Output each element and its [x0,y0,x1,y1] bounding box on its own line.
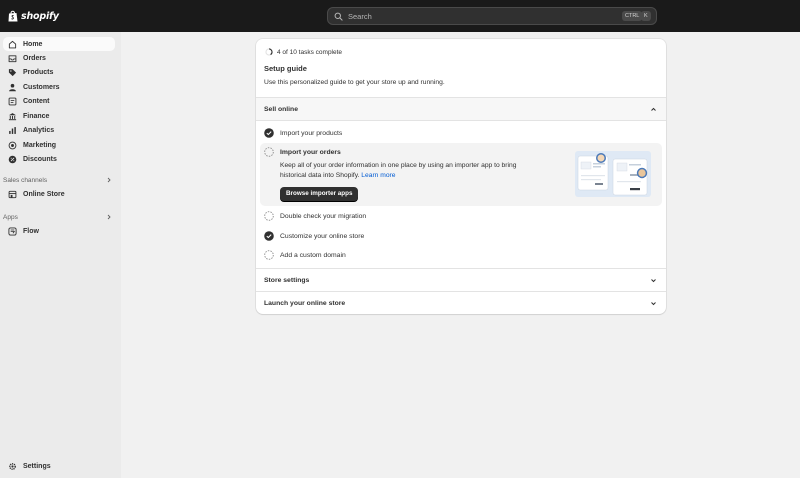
sidebar-item-label: Finance [23,112,50,120]
sidebar-item-discounts[interactable]: Discounts [3,152,115,166]
target-icon [8,141,17,149]
sidebar-item-label: Discounts [23,155,57,163]
brand-name: shopify [21,10,59,22]
sidebar-item-flow[interactable]: Flow [3,224,115,238]
setup-guide-title: Setup guide [264,64,307,73]
search-placeholder: Search [348,11,372,21]
section-launch-online-store[interactable]: Launch your online store [256,292,666,314]
search-bar[interactable]: Search CTRL K [327,7,657,25]
chevron-right-icon [107,177,111,183]
sidebar-item-marketing[interactable]: Marketing [3,138,115,152]
task-customize-online-store[interactable]: Customize your online store [264,231,364,241]
sidebar-item-orders[interactable]: Orders [3,51,115,65]
bank-icon [8,112,17,120]
content-icon [8,97,17,105]
task-add-custom-domain[interactable]: Add a custom domain [264,250,346,260]
gear-icon [9,462,16,470]
section-title: Sell online [264,105,298,113]
sidebar-item-label: Online Store [23,190,65,198]
sidebar-item-label: Flow [23,227,39,235]
task-label: Add a custom domain [280,251,346,259]
sales-channels-label: Sales channels [3,176,48,184]
section-title: Store settings [264,276,310,284]
sidebar-item-label: Home [23,40,43,48]
sidebar-item-label: Customers [23,83,60,91]
shopify-logo[interactable]: shopify [8,10,59,22]
apps-label: Apps [3,213,18,221]
sidebar-item-label: Analytics [23,126,55,134]
task-description: Keep all of your order information in on… [280,161,525,181]
sidebar-item-analytics[interactable]: Analytics [3,123,115,137]
orders-icon [8,54,17,62]
store-icon [8,190,17,198]
tag-icon [8,68,17,76]
dashed-circle-icon [264,250,274,260]
sidebar-item-label: Content [23,97,50,105]
checkmark-circle-icon [264,128,274,138]
import-orders-illustration [575,151,651,197]
sidebar-item-content[interactable]: Content [3,94,115,108]
task-double-check-migration[interactable]: Double check your migration [264,211,366,221]
sidebar-item-settings[interactable]: Settings [3,459,115,473]
chevron-down-icon [651,301,656,305]
chevron-right-icon [107,214,111,220]
section-store-settings[interactable]: Store settings [256,269,666,291]
browse-importer-apps-button[interactable]: Browse importer apps [280,187,359,201]
task-label: Customize your online store [280,232,365,240]
task-label: Import your orders [280,149,341,156]
chevron-up-icon [651,107,656,111]
setup-guide-card: 4 of 10 tasks complete Setup guide Use t… [256,39,666,314]
shortcut-key-ctrl: CTRL [622,11,643,21]
search-icon [334,12,343,21]
sidebar-item-products[interactable]: Products [3,65,115,79]
section-sell-online[interactable]: Sell online [256,98,666,120]
task-label: Import your products [280,129,343,137]
apps-header[interactable]: Apps [3,211,115,223]
learn-more-link[interactable]: Learn more [361,172,395,179]
sales-channels-header[interactable]: Sales channels [3,174,115,186]
top-bar: shopify Search CTRL K [0,0,800,32]
sidebar-item-customers[interactable]: Customers [3,80,115,94]
shortcut-key-k: K [641,11,651,21]
sidebar-item-label: Marketing [23,141,57,149]
dashed-circle-icon [264,211,274,221]
shopify-bag-icon [8,10,18,22]
dashed-circle-icon [264,147,274,157]
sidebar-item-online-store[interactable]: Online Store [3,187,115,201]
sidebar-item-home[interactable]: Home [3,37,115,51]
chevron-down-icon [651,278,656,282]
discount-icon [8,155,17,163]
bar-chart-icon [9,126,16,134]
sidebar-item-label: Settings [23,462,51,470]
setup-guide-subtitle: Use this personalized guide to get your … [264,79,445,86]
task-label: Double check your migration [280,212,367,220]
task-description-text: Keep all of your order information in on… [280,162,517,179]
sidebar-item-label: Products [23,68,54,76]
sidebar-item-finance[interactable]: Finance [3,109,115,123]
sidebar: Home Orders Products Customers Content F… [0,32,121,478]
home-icon [8,40,17,48]
progress-text: 4 of 10 tasks complete [277,48,343,56]
person-icon [9,83,16,91]
divider [256,120,666,121]
sidebar-item-label: Orders [23,54,46,62]
setup-progress: 4 of 10 tasks complete [265,48,342,56]
task-import-products[interactable]: Import your products [264,128,342,138]
progress-ring-icon [265,48,273,56]
section-title: Launch your online store [264,299,346,307]
checkmark-circle-icon [264,231,274,241]
flow-icon [8,226,17,236]
task-import-orders[interactable]: Import your orders Keep all of your orde… [260,143,662,206]
